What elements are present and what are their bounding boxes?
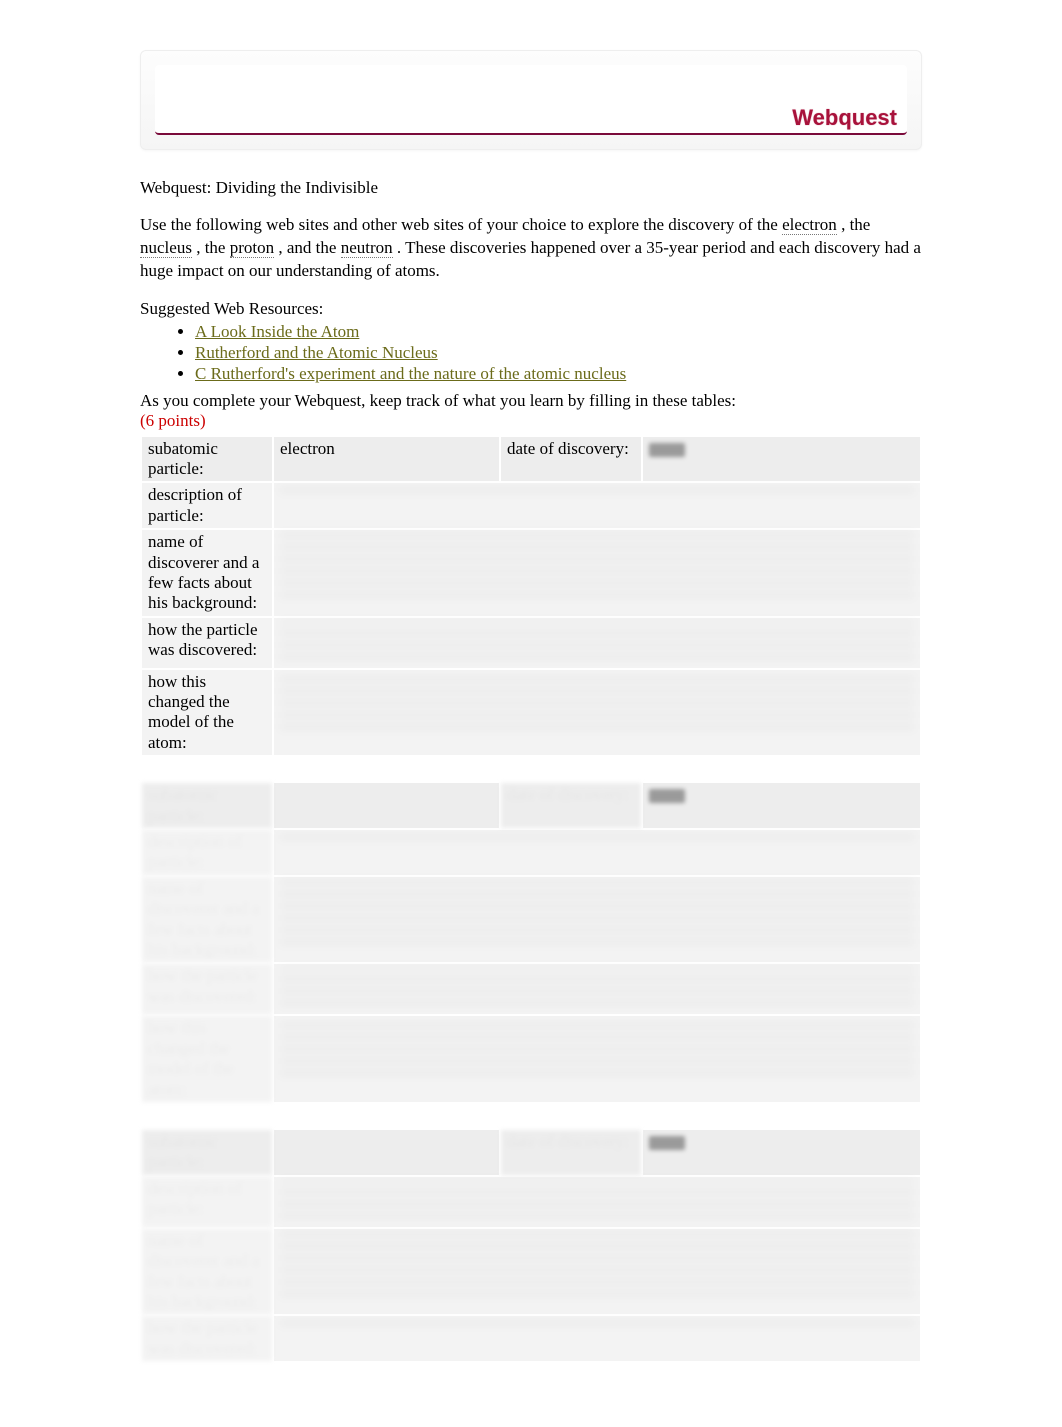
term-neutron: neutron xyxy=(341,238,393,258)
intro-sep1: , the xyxy=(841,215,870,234)
label-desc: description of particle: xyxy=(142,830,272,875)
table-row: subatomic particle: date of discovery: xyxy=(142,1130,920,1175)
value-date[interactable] xyxy=(643,1130,920,1175)
term-nucleus: nucleus xyxy=(140,238,192,258)
resources-heading: Suggested Web Resources: xyxy=(140,299,922,319)
webquest-title: Webquest: Dividing the Indivisible xyxy=(140,178,922,198)
resources-list: A Look Inside the Atom Rutherford and th… xyxy=(140,321,922,385)
table-third: subatomic particle: date of discovery: d… xyxy=(140,1128,922,1363)
table-row: name of discoverer and a few facts about… xyxy=(142,1229,920,1315)
table-row: how the particle was discovered: xyxy=(142,1316,920,1361)
label-discoverer: name of discoverer and a few facts about… xyxy=(142,530,272,616)
value-howdisc[interactable] xyxy=(274,618,920,668)
label-date: date of discovery: xyxy=(501,437,641,482)
resource-link[interactable]: Rutherford and the Atomic Nucleus xyxy=(195,343,438,362)
label-particle: subatomic particle: xyxy=(142,437,272,482)
table-row: subatomic particle: electron date of dis… xyxy=(142,437,920,482)
instructions-text: As you complete your Webquest, keep trac… xyxy=(140,391,922,411)
table-electron: subatomic particle: electron date of dis… xyxy=(140,435,922,758)
value-date[interactable] xyxy=(643,783,920,828)
value-howchanged[interactable] xyxy=(274,670,920,756)
table-row: how this changed the model of the atom: xyxy=(142,1016,920,1102)
term-electron: electron xyxy=(782,215,837,235)
points-label: (6 points) xyxy=(140,411,206,430)
banner-title: Webquest xyxy=(792,105,897,131)
intro-paragraph: Use the following web sites and other we… xyxy=(140,214,922,283)
value-discoverer[interactable] xyxy=(274,877,920,963)
intro-sep3: , and the xyxy=(278,238,340,257)
value-desc[interactable] xyxy=(274,830,920,875)
value-date[interactable] xyxy=(643,437,920,482)
value-desc[interactable] xyxy=(274,483,920,528)
value-howdisc[interactable] xyxy=(274,964,920,1014)
table-row: name of discoverer and a few facts about… xyxy=(142,530,920,616)
table-row: subatomic particle: date of discovery: xyxy=(142,783,920,828)
value-discoverer[interactable] xyxy=(274,530,920,616)
table-row: how the particle was discovered: xyxy=(142,964,920,1014)
banner-inner: Webquest xyxy=(155,65,907,135)
date-placeholder xyxy=(649,1136,685,1150)
intro-lead-a: Use the following web sites and other we… xyxy=(140,215,782,234)
value-particle[interactable] xyxy=(274,1130,499,1175)
resource-item: A Look Inside the Atom xyxy=(195,321,922,342)
label-howchanged: how this changed the model of the atom: xyxy=(142,670,272,756)
label-discoverer: name of discoverer and a few facts about… xyxy=(142,1229,272,1315)
date-placeholder xyxy=(649,443,685,457)
value-particle[interactable] xyxy=(274,783,499,828)
value-desc[interactable] xyxy=(274,1177,920,1227)
term-proton: proton xyxy=(230,238,274,258)
table-row: description of particle: xyxy=(142,830,920,875)
table-second: subatomic particle: date of discovery: d… xyxy=(140,781,922,1104)
table-row: description of particle: xyxy=(142,1177,920,1227)
label-howdisc: how the particle was discovered: xyxy=(142,964,272,1014)
banner-top-dots xyxy=(141,51,921,61)
page-container: Webquest Webquest: Dividing the Indivisi… xyxy=(0,0,1062,1427)
label-desc: description of particle: xyxy=(142,1177,272,1227)
value-howdisc[interactable] xyxy=(274,1316,920,1361)
value-particle: electron xyxy=(274,437,499,482)
intro-sep2: , the xyxy=(196,238,230,257)
value-howchanged[interactable] xyxy=(274,1016,920,1102)
label-howchanged: how this changed the model of the atom: xyxy=(142,1016,272,1102)
value-discoverer[interactable] xyxy=(274,1229,920,1315)
label-desc: description of particle: xyxy=(142,483,272,528)
table-row: name of discoverer and a few facts about… xyxy=(142,877,920,963)
resource-link[interactable]: C Rutherford's experiment and the nature… xyxy=(195,364,626,383)
label-date: date of discovery: xyxy=(501,783,641,828)
label-discoverer: name of discoverer and a few facts about… xyxy=(142,877,272,963)
resource-item: C Rutherford's experiment and the nature… xyxy=(195,363,922,384)
table-row: description of particle: xyxy=(142,483,920,528)
label-particle: subatomic particle: xyxy=(142,1130,272,1175)
label-howdisc: how the particle was discovered: xyxy=(142,1316,272,1361)
label-particle: subatomic particle: xyxy=(142,783,272,828)
resource-link[interactable]: A Look Inside the Atom xyxy=(195,322,359,341)
table-row: how this changed the model of the atom: xyxy=(142,670,920,756)
date-placeholder xyxy=(649,789,685,803)
table-row: how the particle was discovered: xyxy=(142,618,920,668)
label-howdisc: how the particle was discovered: xyxy=(142,618,272,668)
label-date: date of discovery: xyxy=(501,1130,641,1175)
resource-item: Rutherford and the Atomic Nucleus xyxy=(195,342,922,363)
header-banner: Webquest xyxy=(140,50,922,150)
